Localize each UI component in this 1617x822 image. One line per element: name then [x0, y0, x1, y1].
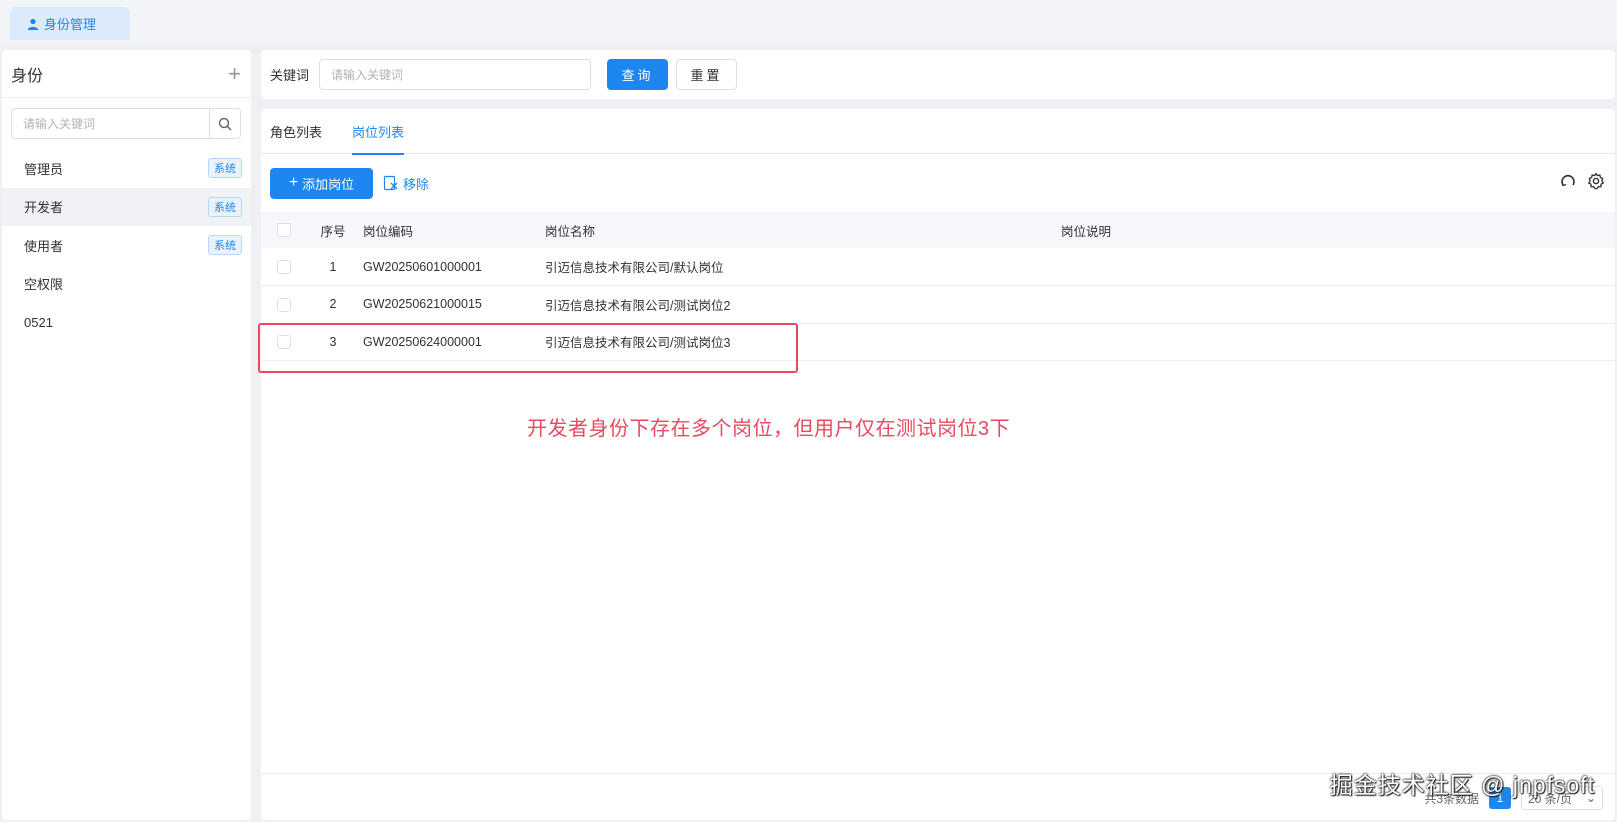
- system-badge: 系统: [208, 196, 242, 217]
- row-name: 引迈信息技术有限公司/默认岗位: [545, 261, 724, 275]
- page-size-select[interactable]: 20 条/页 ⌄: [1521, 786, 1603, 810]
- row-checkbox-cell: [261, 323, 307, 361]
- gear-icon[interactable]: [1587, 172, 1605, 190]
- add-icon[interactable]: +: [228, 62, 241, 85]
- tab-role-list[interactable]: 角色列表: [270, 109, 322, 154]
- table-toolbar: + 添加岗位 移除: [261, 154, 1615, 212]
- sidebar-item-label: 0521: [24, 314, 53, 330]
- sidebar-title: 身份: [11, 67, 44, 85]
- table-row[interactable]: 1 GW20250601000001 引迈信息技术有限公司/默认岗位: [261, 248, 1615, 286]
- table-tools: [1559, 172, 1605, 190]
- refresh-icon[interactable]: [1559, 172, 1577, 190]
- sidebar-search: [11, 108, 241, 139]
- select-all-cell: [261, 212, 307, 248]
- sidebar-search-input[interactable]: [12, 109, 209, 138]
- row-description: [1061, 248, 1615, 286]
- keyword-label: 关键词: [270, 68, 310, 83]
- row-code: GW20250601000001: [363, 259, 482, 274]
- sidebar-item-label: 空权限: [24, 277, 64, 293]
- chevron-down-icon: ⌄: [1585, 791, 1596, 805]
- table-header-row: 序号 岗位编码 岗位名称 岗位说明: [261, 212, 1615, 248]
- header-index: 序号: [320, 224, 346, 239]
- top-tab-bar: 身份管理: [0, 0, 1617, 44]
- position-table: 序号 岗位编码 岗位名称 岗位说明 1 GW20250601000001 引迈信…: [261, 212, 1615, 361]
- row-checkbox[interactable]: [277, 259, 291, 274]
- row-name: 引迈信息技术有限公司/测试岗位3: [545, 336, 731, 351]
- search-bar: 关键词 查询 重置: [261, 50, 1615, 99]
- search-icon: [218, 117, 232, 130]
- add-position-button[interactable]: + 添加岗位: [270, 167, 373, 199]
- query-button[interactable]: 查询: [607, 59, 669, 90]
- sidebar-item-label: 管理员: [24, 161, 64, 177]
- sidebar-item-developer[interactable]: 开发者 系统: [2, 187, 251, 226]
- select-all-checkbox[interactable]: [277, 223, 291, 238]
- row-index: 2: [329, 297, 337, 312]
- sidebar-item-admin[interactable]: 管理员 系统: [2, 149, 251, 188]
- add-position-label: 添加岗位: [302, 176, 355, 192]
- row-description: [1061, 286, 1615, 324]
- total-count: 共3条数据: [1424, 791, 1479, 806]
- row-checkbox[interactable]: [277, 335, 291, 350]
- system-badge: 系统: [208, 235, 242, 256]
- tab-position-list[interactable]: 岗位列表: [352, 109, 405, 155]
- row-name: 引迈信息技术有限公司/测试岗位2: [545, 298, 731, 313]
- row-code: GW20250624000001: [363, 334, 482, 349]
- main-panel: 角色列表 岗位列表 + 添加岗位 移除 序号 岗位编码 岗位名称 岗位说明 1 …: [261, 109, 1615, 820]
- plus-icon: +: [288, 174, 299, 191]
- sidebar-item-label: 使用者: [24, 238, 64, 254]
- sidebar-item-user[interactable]: 使用者 系统: [2, 226, 251, 265]
- row-index: 1: [329, 259, 337, 274]
- table-row[interactable]: 3 GW20250624000001 引迈信息技术有限公司/测试岗位3: [261, 323, 1615, 361]
- remove-label: 移除: [403, 176, 430, 192]
- identity-list: 管理员 系统 开发者 系统 使用者 系统 空权限 0521: [2, 149, 251, 342]
- tab-label: 身份管理: [44, 17, 97, 32]
- row-description: [1061, 323, 1615, 361]
- page-number-button[interactable]: 1: [1489, 787, 1511, 809]
- row-index: 3: [329, 334, 337, 349]
- search-button[interactable]: [209, 109, 240, 138]
- header-code: 岗位编码: [363, 224, 414, 239]
- row-checkbox[interactable]: [277, 297, 291, 312]
- user-icon: [27, 18, 39, 30]
- remove-button[interactable]: 移除: [383, 174, 429, 193]
- remove-icon: [383, 175, 398, 191]
- sidebar-item-label: 开发者: [24, 200, 64, 216]
- sidebar-item-0521[interactable]: 0521: [2, 303, 251, 342]
- reset-button[interactable]: 重置: [676, 59, 738, 90]
- keyword-input[interactable]: [319, 59, 592, 90]
- header-description: 岗位说明: [1061, 224, 1112, 239]
- row-checkbox-cell: [261, 286, 307, 324]
- annotation-text: 开发者身份下存在多个岗位，但用户仅在测试岗位3下: [527, 418, 1011, 440]
- table-footer: 共3条数据 1 20 条/页 ⌄: [261, 773, 1615, 820]
- sidebar-header: 身份 +: [2, 50, 251, 98]
- page-size-value: 20 条/页: [1528, 791, 1573, 806]
- header-name: 岗位名称: [545, 224, 596, 239]
- row-checkbox-cell: [261, 248, 307, 286]
- system-badge: 系统: [208, 158, 242, 179]
- tab-identity-management[interactable]: 身份管理: [10, 7, 130, 40]
- table-row[interactable]: 2 GW20250621000015 引迈信息技术有限公司/测试岗位2: [261, 286, 1615, 324]
- pagination: 共3条数据 1 20 条/页 ⌄: [1424, 786, 1603, 810]
- identity-sidebar: 身份 + 管理员 系统 开发者 系统 使用者 系统 空权限 0521: [2, 50, 251, 820]
- sidebar-item-no-permission[interactable]: 空权限: [2, 265, 251, 304]
- list-tabs: 角色列表 岗位列表: [261, 109, 1615, 155]
- row-code: GW20250621000015: [363, 297, 482, 312]
